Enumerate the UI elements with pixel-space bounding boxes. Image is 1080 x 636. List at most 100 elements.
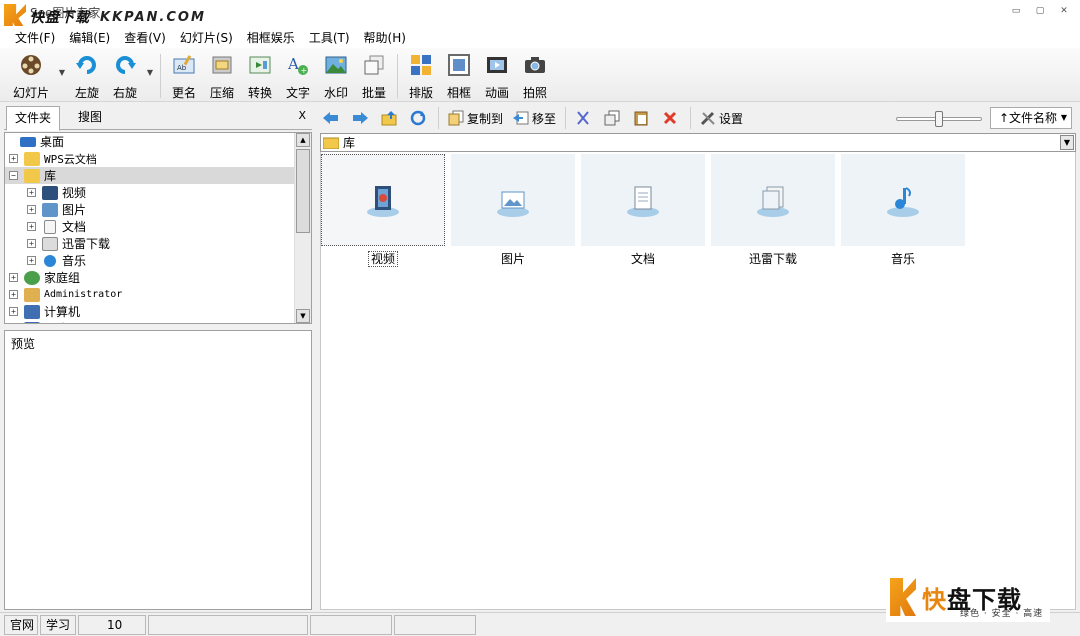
rotate-right-button[interactable]: 右旋	[106, 52, 144, 102]
expand-toggle[interactable]: +	[27, 256, 36, 265]
expand-toggle[interactable]: +	[27, 188, 36, 197]
tree-item-computer[interactable]: + 计算机	[5, 303, 295, 320]
tile-downloads[interactable]: 迅雷下载	[711, 154, 835, 266]
tile-thumb	[581, 154, 705, 246]
status-field	[310, 615, 392, 635]
tree-item-pictures[interactable]: + 图片	[5, 201, 295, 218]
delete-button[interactable]	[657, 106, 686, 130]
title-bar: See图片专家 快盘下载 KKPAN.COM ▭ ▢ ✕	[0, 0, 1080, 30]
collapse-toggle[interactable]: −	[9, 171, 18, 180]
toolbar-separator	[397, 54, 398, 98]
paste-button[interactable]	[628, 106, 657, 130]
scroll-down-icon[interactable]: ▼	[296, 309, 310, 323]
document-icon	[44, 219, 56, 234]
clipboard-icon	[633, 110, 649, 126]
rotate-left-button[interactable]: 左旋	[68, 52, 106, 102]
convert-button[interactable]: 转换	[241, 52, 279, 102]
tile-documents[interactable]: 文档	[581, 154, 705, 266]
close-button[interactable]: ✕	[1058, 6, 1070, 16]
svg-text:A: A	[287, 55, 299, 73]
tree-item-downloads[interactable]: + 迅雷下载	[5, 235, 295, 252]
expand-toggle[interactable]: +	[27, 239, 36, 248]
expand-toggle[interactable]: +	[27, 205, 36, 214]
status-site-link[interactable]: 官网	[4, 615, 38, 635]
copy-to-label: 复制到	[467, 111, 504, 126]
compress-icon	[209, 52, 235, 78]
layout-button[interactable]: 排版	[402, 52, 440, 102]
back-button[interactable]	[318, 106, 347, 130]
menu-edit[interactable]: 编辑(E)	[62, 29, 117, 46]
expand-toggle[interactable]: +	[9, 273, 18, 282]
compress-label: 压缩	[209, 86, 234, 100]
tree-item-documents[interactable]: + 文档	[5, 218, 295, 235]
minimize-button[interactable]: ▭	[1010, 6, 1022, 16]
status-learn-link[interactable]: 学习	[40, 615, 76, 635]
tree-item-desktop[interactable]: 桌面	[5, 133, 295, 150]
menu-help[interactable]: 帮助(H)	[357, 29, 413, 46]
watermark-button[interactable]: 水印	[317, 52, 355, 102]
maximize-button[interactable]: ▢	[1034, 6, 1046, 16]
refresh-button[interactable]	[405, 106, 434, 130]
close-panel-button[interactable]: X	[298, 109, 306, 122]
rename-button[interactable]: Ab 更名	[165, 52, 203, 102]
forward-button[interactable]	[347, 106, 376, 130]
rotate-right-label: 右旋	[112, 86, 137, 100]
tab-thumbs[interactable]: 搜图	[70, 106, 110, 131]
music-icon	[44, 254, 56, 267]
tile-pictures[interactable]: 图片	[451, 154, 575, 266]
folder-icon	[24, 151, 40, 166]
layout-label: 排版	[408, 86, 433, 100]
document-library-icon	[627, 186, 659, 217]
copy-to-button[interactable]: 复制到	[443, 106, 508, 130]
tile-video[interactable]: 视频	[321, 154, 445, 267]
tree-item-wps[interactable]: + WPS云文档	[5, 150, 295, 167]
expand-toggle[interactable]: +	[9, 290, 18, 299]
watermark-label: 水印	[323, 86, 348, 100]
rotate-dropdown-icon[interactable]: ▼	[144, 68, 156, 77]
menu-slideshow[interactable]: 幻灯片(S)	[173, 29, 240, 46]
up-folder-button[interactable]	[376, 106, 405, 130]
svg-text:+: +	[301, 66, 308, 75]
move-to-label: 移至	[532, 111, 557, 126]
watermark-text: 快盘下载	[30, 10, 90, 26]
sort-dropdown[interactable]: ↑文件名称 ▼	[990, 107, 1072, 129]
menu-tools[interactable]: 工具(T)	[302, 29, 357, 46]
copy-button[interactable]	[599, 106, 628, 130]
tree-item-network[interactable]: 网络	[5, 320, 295, 323]
tree-item-administrator[interactable]: + Administrator	[5, 286, 295, 303]
animation-button[interactable]: 动画	[478, 52, 516, 102]
slider-knob[interactable]	[935, 111, 943, 127]
text-button[interactable]: A + 文字	[279, 52, 317, 102]
thumbnail-size-slider[interactable]	[896, 111, 982, 127]
slideshow-button[interactable]: 幻灯片	[6, 52, 56, 102]
settings-button[interactable]: 设置	[695, 106, 748, 130]
frame-button[interactable]: 相框	[440, 52, 478, 102]
scroll-up-icon[interactable]: ▲	[296, 133, 310, 147]
tab-folders[interactable]: 文件夹	[6, 106, 60, 131]
cut-button[interactable]	[570, 106, 599, 130]
tree-item-video[interactable]: + 视频	[5, 184, 295, 201]
tree-item-homegroup[interactable]: + 家庭组	[5, 269, 295, 286]
menu-frame-fun[interactable]: 相框娱乐	[240, 29, 302, 46]
address-bar[interactable]: 库 ▼	[320, 133, 1076, 152]
picture-icon	[42, 202, 58, 217]
menu-view[interactable]: 查看(V)	[117, 29, 173, 46]
move-to-button[interactable]: 移至	[508, 106, 561, 130]
expand-toggle[interactable]: +	[27, 222, 36, 231]
tree-item-music[interactable]: + 音乐	[5, 252, 295, 269]
expand-toggle[interactable]: +	[9, 307, 18, 316]
address-dropdown-icon[interactable]: ▼	[1060, 135, 1074, 150]
tile-thumb	[841, 154, 965, 246]
slideshow-dropdown-icon[interactable]: ▼	[56, 68, 68, 77]
tree-scrollbar[interactable]: ▲ ▼	[294, 133, 311, 323]
expand-toggle[interactable]: +	[9, 154, 18, 163]
compress-button[interactable]: 压缩	[203, 52, 241, 102]
scrollbar-thumb[interactable]	[296, 149, 310, 233]
menu-file[interactable]: 文件(F)	[8, 29, 62, 46]
batch-button[interactable]: 批量	[355, 52, 393, 102]
library-folder-icon	[323, 137, 339, 149]
tile-music[interactable]: 音乐	[841, 154, 965, 266]
photo-button[interactable]: 拍照	[516, 52, 554, 102]
watermark-title-a: 快	[922, 585, 947, 614]
tree-item-library[interactable]: − 库	[5, 167, 295, 184]
